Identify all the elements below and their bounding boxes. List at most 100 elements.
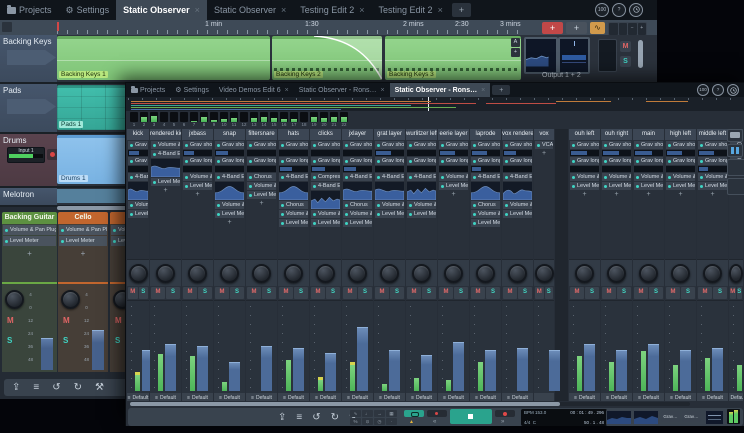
preset-selector[interactable]: ≡Default [127, 393, 149, 401]
preset-selector[interactable]: ≡Default [601, 393, 632, 401]
plugin-enabled-dot[interactable] [249, 194, 252, 197]
vertical-scrollbar[interactable] [638, 40, 643, 68]
plugin-slot[interactable]: Grav short [407, 141, 436, 149]
tab-close-icon[interactable]: × [481, 87, 485, 94]
plugin-slot[interactable]: Chorus [343, 201, 372, 209]
mute-button[interactable]: M [128, 287, 138, 299]
volume-fader[interactable] [389, 350, 400, 391]
track-header[interactable]: Pads [0, 84, 57, 132]
plugin-slot[interactable]: 4-Band Equaliser [471, 173, 500, 181]
send-level-bar[interactable] [343, 150, 372, 156]
plugin-enabled-dot[interactable] [130, 204, 133, 207]
plugin-enabled-dot[interactable] [473, 213, 476, 216]
plugin-enabled-dot[interactable] [345, 160, 348, 163]
plugin-slot[interactable]: Grav long [128, 157, 148, 165]
preset-selector[interactable]: ≡Default [569, 393, 600, 401]
add-plugin-button[interactable]: + [58, 249, 108, 259]
plugin-enabled-dot[interactable] [130, 213, 133, 216]
add-track-button[interactable]: + [542, 22, 563, 34]
plugin-slot[interactable]: Grav short [634, 141, 663, 149]
plugin-enabled-dot[interactable] [473, 204, 476, 207]
plugin-enabled-dot[interactable] [668, 144, 671, 147]
plugin-enabled-dot[interactable] [409, 204, 412, 207]
plugin-enabled-dot[interactable] [572, 185, 575, 188]
plugin-enabled-dot[interactable] [537, 144, 540, 147]
send-level-bar[interactable] [183, 150, 212, 156]
plugin-enabled-dot[interactable] [668, 160, 671, 163]
plugin-slot[interactable]: Chorus [247, 173, 276, 181]
mute-button[interactable]: M [311, 287, 325, 299]
solo-button[interactable]: S [649, 287, 663, 299]
plugin-slot[interactable]: Level Meter [407, 210, 436, 218]
pan-knob[interactable] [665, 259, 696, 286]
undo-icon[interactable]: ↺ [52, 379, 60, 396]
export-icon[interactable]: ⇪ [12, 379, 20, 396]
solo-button[interactable]: S [390, 287, 404, 299]
plugin-enabled-dot[interactable] [377, 176, 380, 179]
volume-fader[interactable] [712, 348, 723, 391]
plugin-slot[interactable]: Grav short [247, 141, 276, 149]
plugin-slot[interactable]: 4-Band Equaliser [128, 173, 148, 181]
plugin-slot[interactable]: VCA [535, 141, 553, 149]
send-level-bar[interactable] [279, 166, 308, 172]
view-cell[interactable] [619, 23, 628, 35]
undo-icon[interactable]: ↺ [312, 409, 320, 426]
channel-name[interactable]: vox rendered [502, 129, 533, 140]
plugin-enabled-dot[interactable] [409, 160, 412, 163]
eq-curve-display[interactable] [471, 182, 500, 200]
mute-button[interactable]: M [215, 287, 229, 299]
plugin-slot[interactable]: Level Meter [634, 182, 663, 190]
add-plugin-button[interactable]: + [247, 200, 276, 208]
eq-curve-display[interactable] [375, 182, 404, 200]
bridge-meter-18[interactable]: 18 [300, 112, 308, 130]
redo-icon[interactable]: ↻ [74, 379, 82, 396]
plugin-enabled-dot[interactable] [505, 204, 508, 207]
send-level-bar[interactable] [634, 150, 663, 156]
zoom-in-cell[interactable]: + [638, 23, 647, 35]
tab-close-icon[interactable]: × [281, 5, 286, 15]
mute-button[interactable]: M [535, 287, 544, 299]
transport-option-icon-8[interactable]: · [386, 418, 397, 425]
add-plugin-button[interactable]: + [535, 150, 553, 158]
pan-knob[interactable] [502, 259, 533, 286]
add-plugin-button[interactable]: + [215, 219, 244, 227]
plugin-enabled-dot[interactable] [473, 222, 476, 225]
add-button[interactable]: + [566, 22, 587, 34]
add-plugin-button[interactable]: + [2, 249, 57, 259]
master-fader-panel[interactable] [598, 39, 617, 72]
plugin-enabled-dot[interactable] [345, 213, 348, 216]
volume-fader[interactable] [549, 350, 560, 391]
plugin-enabled-dot[interactable] [604, 176, 607, 179]
plugin-enabled-dot[interactable] [249, 144, 252, 147]
mute-button[interactable]: M [503, 287, 517, 299]
punch-button[interactable] [427, 410, 447, 417]
bridge-meter-2[interactable]: 2 [140, 112, 148, 130]
volume-fader[interactable] [165, 344, 176, 391]
add-plugin-button[interactable]: + [602, 191, 631, 199]
plugin-enabled-dot[interactable] [409, 144, 412, 147]
plugin-slot[interactable]: Grav long [570, 157, 599, 165]
eq-curve-display[interactable] [128, 182, 148, 200]
mute-button[interactable]: M [247, 287, 261, 299]
solo-button[interactable]: S [585, 287, 599, 299]
plugin-slot[interactable]: Level Meter [503, 210, 532, 218]
transport-option-icon-6[interactable]: ⊙ [362, 418, 373, 425]
plugin-slot[interactable]: Grav long [375, 157, 404, 165]
solo-button[interactable]: S [115, 336, 120, 345]
plugin-slot[interactable]: Volume & Pan Plugin [602, 173, 631, 181]
plugin-enabled-dot[interactable] [505, 160, 508, 163]
clip[interactable]: Backing Keys 2 [272, 36, 382, 80]
solo-button[interactable]: S [139, 287, 149, 299]
rack-thumbnail-1[interactable] [606, 410, 632, 425]
clock-icon[interactable] [629, 3, 643, 17]
send-level-bar[interactable] [471, 150, 500, 156]
plugin-enabled-dot[interactable] [505, 213, 508, 216]
preset-selector[interactable]: ≡Default [406, 393, 437, 401]
plugin-slot[interactable]: Compressor [311, 173, 340, 181]
channel-name[interactable]: laprode [470, 129, 501, 140]
volume-fader[interactable] [41, 338, 53, 370]
bridge-meter-11[interactable]: 11 [230, 112, 238, 130]
plugin-enabled-dot[interactable] [572, 160, 575, 163]
plugin-enabled-dot[interactable] [217, 144, 220, 147]
clip[interactable]: Backing Keys 1 [57, 36, 270, 80]
